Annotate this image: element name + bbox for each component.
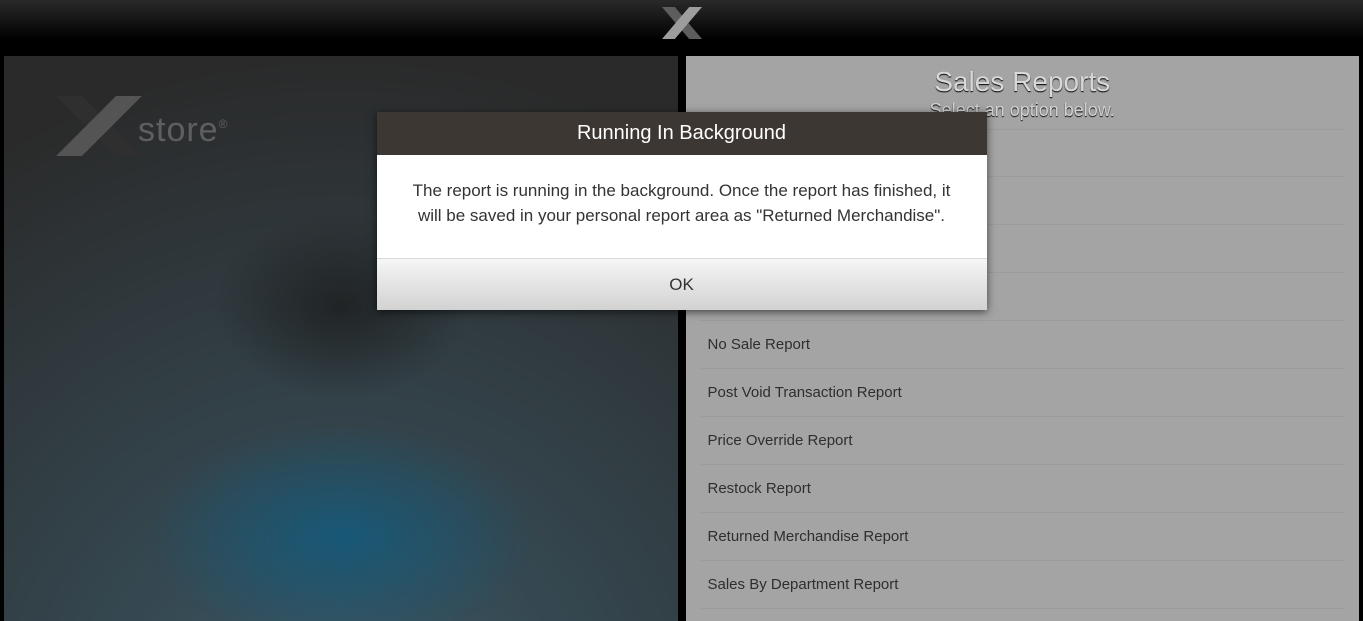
logo-text: store® — [138, 111, 228, 150]
ok-button[interactable]: OK — [377, 258, 987, 310]
app-logo: store® — [54, 96, 228, 164]
list-item-label: Post Void Transaction Report — [708, 384, 902, 401]
list-item[interactable]: Returned Merchandise Report — [700, 513, 1346, 561]
list-item[interactable]: Sales By Department Report — [700, 561, 1346, 609]
list-item-label: Returned Merchandise Report — [708, 528, 909, 545]
list-item[interactable]: Post Void Transaction Report — [700, 369, 1346, 417]
panel-title: Sales Reports — [686, 66, 1360, 98]
app-x-icon — [662, 5, 702, 46]
top-bar — [0, 0, 1363, 50]
list-item-label: Price Override Report — [708, 432, 853, 449]
background-run-dialog: Running In Background The report is runn… — [377, 112, 987, 310]
logo-x-icon — [54, 96, 144, 164]
list-item[interactable]: Restock Report — [700, 465, 1346, 513]
list-item[interactable]: No Sale Report — [700, 321, 1346, 369]
list-item-label: No Sale Report — [708, 336, 811, 353]
dialog-message: The report is running in the background.… — [377, 155, 987, 258]
list-item-label: Restock Report — [708, 480, 811, 497]
dialog-title: Running In Background — [377, 112, 987, 155]
list-item[interactable]: Price Override Report — [700, 417, 1346, 465]
list-item-label: Sales By Department Report — [708, 576, 899, 593]
